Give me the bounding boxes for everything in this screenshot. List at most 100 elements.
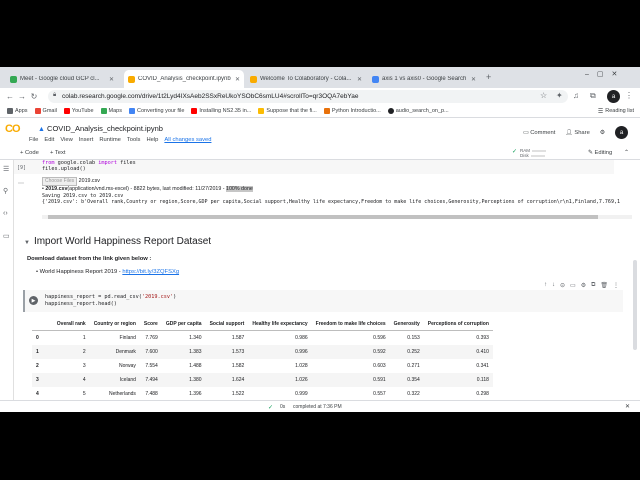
table-cell: 0.592 — [311, 345, 390, 359]
chrome-menu-icon[interactable]: ⋮ — [625, 91, 633, 100]
reading-list[interactable]: ☰ Reading list — [598, 108, 634, 115]
code-cell-upload[interactable]: [9] from google.colab import files files… — [14, 160, 614, 174]
menu-edit[interactable]: Edit — [44, 137, 54, 143]
table-cell: 1.396 — [189, 391, 202, 397]
media-icon[interactable]: ♫ — [573, 91, 579, 100]
completion-status: completed at 7:36 PM — [293, 404, 342, 410]
menu-insert[interactable]: Insert — [79, 137, 94, 143]
code-token: files.upload() — [42, 166, 86, 172]
browser-tab-meet[interactable]: Meet - Google cloud GCP cl... ✕ — [6, 70, 118, 88]
code-snippets-icon[interactable]: ‹› — [3, 210, 8, 217]
bookmark-python[interactable]: Python Introductio... — [323, 108, 381, 114]
browser-tab-colab-notebook[interactable]: COVID_Analysis_checkpoint.ipynb ✕ — [124, 70, 244, 88]
execution-time: 0s — [280, 404, 286, 410]
menu-file[interactable]: File — [29, 137, 38, 143]
bookmark-converting[interactable]: Converting your file — [129, 108, 184, 114]
menu-view[interactable]: View — [60, 137, 72, 143]
move-up-icon[interactable]: ↑ — [544, 282, 547, 289]
window-controls[interactable]: –▢✕ — [585, 70, 625, 78]
cell-code[interactable]: from google.colab import files files.upl… — [42, 160, 136, 172]
save-status-link[interactable]: All changes saved — [164, 137, 211, 143]
extensions-icon[interactable]: ✦ — [556, 91, 563, 100]
bookmark-apps[interactable]: Apps — [7, 108, 28, 114]
cell-code[interactable]: happiness_report = pd.read_csv('2019.csv… — [45, 294, 176, 308]
bookmark-youtube[interactable]: YouTube — [63, 108, 94, 114]
new-tab-icon[interactable]: + — [486, 72, 491, 82]
link-icon[interactable]: ⊝ — [560, 282, 565, 289]
browser-tab-welcome-colab[interactable]: Welcome To Colaboratory - Cola... ✕ — [246, 70, 366, 88]
dataset-link[interactable]: https://bit.ly/3ZQFSXg — [122, 269, 179, 275]
toc-icon[interactable]: ☰ — [3, 165, 9, 173]
reload-icon[interactable]: ↻ — [28, 92, 40, 101]
share-button[interactable]: 👤︎ Share — [565, 130, 589, 136]
colab-avatar[interactable]: a — [615, 126, 628, 139]
share-icon: 👤︎ — [565, 129, 573, 136]
move-down-icon[interactable]: ↓ — [552, 282, 555, 289]
url-input[interactable]: 🔒︎ colab.research.google.com/drive/1t2Ly… — [48, 90, 568, 103]
editing-mode-button[interactable]: ✎ Editing — [588, 150, 612, 156]
bookmark-label: YouTube — [71, 108, 94, 114]
cell-settings-icon[interactable]: ⚙ — [581, 282, 586, 289]
profile-avatar[interactable]: a — [607, 90, 620, 103]
delete-cell-icon[interactable]: 🗑︎ — [600, 282, 608, 289]
table-cell: 4 — [52, 373, 90, 387]
table-cell: 7.554 — [145, 363, 158, 369]
collapse-section-icon[interactable]: ▼ — [24, 240, 30, 246]
heading-text: Import World Happiness Report Dataset — [33, 236, 212, 247]
choose-files-button[interactable]: Choose Files — [42, 177, 78, 186]
section-heading: ▼ Import World Happiness Report Dataset — [24, 236, 211, 247]
files-icon[interactable]: ▭ — [3, 232, 10, 240]
bookmark-label: Converting your file — [137, 108, 185, 114]
run-cell-button[interactable]: ▶ — [29, 296, 38, 305]
notebook-name[interactable]: COVID_Analysis_checkpoint.ipynb — [47, 124, 163, 133]
table-cell: 0.252 — [389, 345, 424, 359]
table-cell: 2 — [52, 345, 90, 359]
menu-help[interactable]: Help — [146, 137, 158, 143]
convert-icon — [129, 108, 135, 114]
code-cell-read-csv[interactable]: ▶ happiness_report = pd.read_csv('2019.c… — [23, 290, 623, 312]
search-icon[interactable]: ⚲ — [3, 187, 8, 195]
notebook-vertical-scrollbar[interactable] — [632, 160, 638, 400]
settings-icon[interactable]: ⚙ — [600, 130, 605, 136]
bookmark-label: Apps — [15, 108, 28, 114]
output-menu-icon[interactable]: ⋯ — [18, 180, 24, 187]
close-tab-icon[interactable]: ✕ — [235, 76, 240, 83]
column-header: Healthy life expectancy — [248, 319, 312, 331]
back-icon[interactable]: ← — [4, 92, 16, 101]
comment-cell-icon[interactable]: ▭ — [570, 282, 576, 289]
close-tab-icon[interactable]: ✕ — [109, 76, 114, 83]
scrollbar-thumb[interactable] — [633, 260, 637, 350]
scrollbar-thumb[interactable] — [48, 215, 598, 219]
table-cell: Netherlands — [108, 391, 136, 397]
browser-tab-google-search[interactable]: axis 1 vs axis0 - Google Search ✕ — [368, 70, 480, 88]
bookmark-suppose[interactable]: Suppose that the fi... — [258, 108, 317, 114]
close-status-icon[interactable]: ✕ — [625, 403, 630, 410]
comment-button[interactable]: ▭ Comment — [523, 130, 555, 136]
code-token: happiness_report = pd.read_csv( — [45, 294, 142, 300]
bookmark-ns2[interactable]: Installing NS2.35 in... — [191, 108, 251, 114]
bookmark-maps[interactable]: Maps — [100, 108, 122, 114]
puzzle-icon[interactable]: ⧉ — [590, 91, 596, 101]
more-options-icon[interactable]: ⋮ — [613, 282, 619, 289]
colab-logo[interactable]: CO — [5, 123, 20, 135]
output-horizontal-scrollbar[interactable] — [42, 215, 632, 219]
notebook-title[interactable]: ▲ COVID_Analysis_checkpoint.ipynb — [38, 124, 163, 133]
close-tab-icon[interactable]: ✕ — [471, 76, 476, 83]
reading-list-icon: ☰ — [597, 108, 604, 115]
forward-icon[interactable]: → — [16, 92, 28, 101]
colab-favicon-icon — [128, 75, 135, 83]
menu-tools[interactable]: Tools — [127, 137, 141, 143]
add-code-button[interactable]: + Code — [20, 150, 39, 156]
mirror-cell-icon[interactable]: ⧉ — [591, 282, 595, 289]
menu-runtime[interactable]: Runtime — [99, 137, 121, 143]
bookmark-audio-search[interactable]: audio_search_on_p... — [387, 108, 449, 114]
ram-disk-indicator[interactable]: ✓ RAM Disk — [512, 148, 570, 159]
collapse-icon[interactable]: ⌃ — [624, 149, 629, 156]
bookmark-gmail[interactable]: Gmail — [34, 108, 57, 114]
browser-window: Meet - Google cloud GCP cl... ✕ COVID_An… — [0, 67, 640, 412]
bookmark-star-icon[interactable]: ☆ — [540, 91, 547, 100]
bookmark-label: Python Introductio... — [331, 108, 381, 114]
add-text-button[interactable]: + Text — [50, 150, 66, 156]
code-token: ) — [173, 294, 177, 300]
close-tab-icon[interactable]: ✕ — [357, 76, 362, 83]
